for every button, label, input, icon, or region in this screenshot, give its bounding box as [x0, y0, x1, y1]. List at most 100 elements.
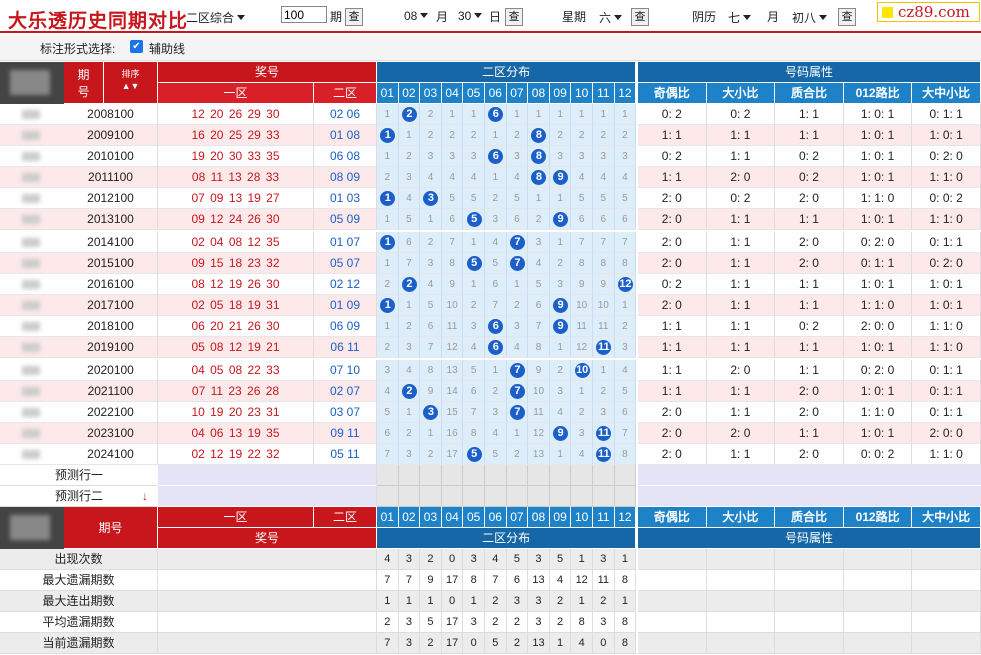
miss-count: 3: [492, 214, 499, 225]
attr-cell: 2: 0: [775, 232, 844, 253]
predict-dist-cell[interactable]: [398, 486, 421, 507]
dist-cell: 1: [463, 232, 485, 253]
dist-cell: 8: [614, 253, 637, 274]
annotation-style-label: 标注形式选择:: [40, 42, 116, 56]
predict-dist-cell[interactable]: [506, 486, 529, 507]
query-button[interactable]: 查: [345, 8, 363, 26]
dist-cell: 5: [528, 274, 550, 295]
predict-dist-cell[interactable]: [593, 486, 615, 507]
miss-count: 2: [427, 109, 434, 120]
predict-dist-cell[interactable]: [441, 465, 464, 486]
zone1-numbers: 04 05 08 22 33: [158, 360, 314, 381]
predict-dist-cell[interactable]: [420, 486, 442, 507]
predict-dist-cell[interactable]: [441, 486, 464, 507]
stat-value: 7: [398, 570, 421, 591]
weekday-select[interactable]: 六: [599, 9, 623, 26]
miss-count: 3: [470, 151, 477, 162]
predict-dist-cell[interactable]: [593, 465, 615, 486]
predict-dist-cell[interactable]: [485, 465, 507, 486]
lunar-day-select[interactable]: 初八: [792, 9, 828, 26]
stat-prize-cell: [158, 570, 377, 591]
arrow-down-icon[interactable]: ↓: [142, 486, 148, 506]
predict-dist-cell[interactable]: [549, 486, 572, 507]
predict-dist-cell[interactable]: [377, 465, 399, 486]
dist-cell: 17: [441, 444, 464, 465]
predict-dist-cell[interactable]: [420, 465, 442, 486]
miss-count: 12: [576, 342, 588, 353]
miss-count: 7: [600, 237, 607, 248]
aux-line-checkbox[interactable]: ✔: [130, 40, 143, 53]
issue-cell: 2015100: [64, 253, 158, 274]
dist-cell: 2: [549, 125, 572, 146]
miss-count: 2: [622, 130, 628, 141]
drawn-ball: 2: [401, 384, 417, 399]
periods-input[interactable]: [281, 6, 327, 23]
stat-value: 2: [485, 591, 507, 612]
predict-dist-cell[interactable]: [377, 486, 399, 507]
predict-dist-cell[interactable]: [463, 465, 485, 486]
zone-select[interactable]: 二区综合: [186, 9, 246, 26]
dist-cell: 4: [528, 253, 550, 274]
miss-count: 2: [406, 428, 412, 439]
attr-cell: 1: 1: [706, 337, 776, 358]
miss-count: 6: [406, 237, 412, 248]
site-logo[interactable]: cz89.com: [877, 2, 980, 22]
sort-button[interactable]: 排序 ▲▼: [104, 62, 158, 104]
dist-cell: 2: [549, 253, 572, 274]
month-select[interactable]: 08: [404, 9, 429, 23]
day-select[interactable]: 30: [458, 9, 483, 23]
footer-dist: 二区分布: [377, 528, 637, 549]
footer-attr-4: 大中小比: [912, 507, 981, 528]
query-lunar-button[interactable]: 查: [838, 8, 856, 26]
miss-count: 2: [578, 130, 585, 141]
miss-count: 1: [492, 365, 499, 376]
miss-count: 3: [578, 151, 585, 162]
miss-count: 9: [578, 279, 585, 290]
dist-cell: 6: [463, 381, 485, 402]
dist-cell: 3: [441, 146, 464, 167]
header-prize: 奖号: [158, 62, 377, 83]
predict-dist-cell[interactable]: [614, 486, 637, 507]
zone2-numbers: 06 09: [314, 316, 377, 337]
predict-dist-cell[interactable]: [528, 486, 550, 507]
attr-cell: 0: 2: [638, 146, 707, 167]
row-avatar: [0, 125, 64, 146]
dist-cell: 9: [549, 167, 572, 188]
predict-dist-cell[interactable]: [614, 465, 637, 486]
blurred-icon: [22, 429, 40, 438]
predict-dist-cell[interactable]: [398, 465, 421, 486]
issue-cell: 2018100: [64, 316, 158, 337]
predict-dist-cell[interactable]: [485, 486, 507, 507]
predict-dist-cell[interactable]: [571, 465, 593, 486]
stat-value: 3: [398, 549, 421, 570]
stat-label: 出现次数: [0, 549, 158, 570]
query-weekday-button[interactable]: 查: [631, 8, 649, 26]
miss-count: 3: [492, 407, 499, 418]
stat-attr-cell: [638, 591, 707, 612]
drawn-ball: 6: [488, 319, 504, 334]
stat-value: 8: [614, 633, 637, 654]
stat-value: 2: [420, 633, 442, 654]
dist-cell: 2: [398, 274, 421, 295]
predict-dist-cell[interactable]: [571, 486, 593, 507]
dist-cell: 2: [398, 316, 421, 337]
predict-dist-cell[interactable]: [506, 465, 529, 486]
miss-count: 1: [535, 109, 542, 120]
dist-cell: 2: [593, 125, 615, 146]
zone1-numbers: 02 12 19 22 32: [158, 444, 314, 465]
miss-count: 13: [446, 365, 458, 376]
miss-count: 1: [384, 151, 391, 162]
dist-cell: 10: [528, 381, 550, 402]
dist-cell: 8: [528, 167, 550, 188]
predict-dist-cell[interactable]: [549, 465, 572, 486]
lunar-month-select[interactable]: 七: [728, 9, 752, 26]
predict-dist-cell[interactable]: [528, 465, 550, 486]
miss-count: 4: [578, 449, 585, 460]
stat-attr-cell: [638, 633, 707, 654]
query-date-button[interactable]: 查: [505, 8, 523, 26]
zone1-numbers: 04 06 13 19 35: [158, 423, 314, 444]
stat-attr-cell: [775, 633, 844, 654]
miss-count: 10: [446, 300, 458, 311]
predict-dist-cell[interactable]: [463, 486, 485, 507]
miss-count: 7: [470, 407, 477, 418]
